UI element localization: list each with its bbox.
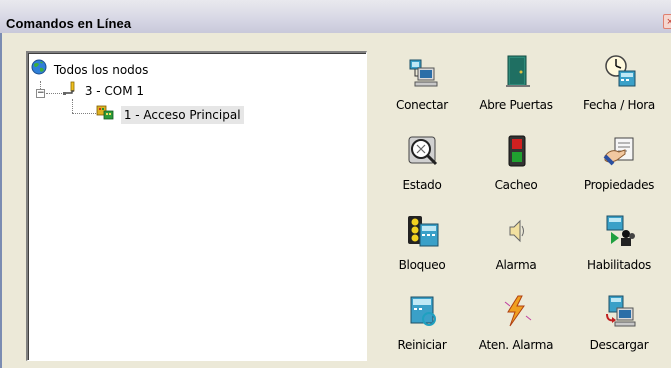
command-button-conectar[interactable]: Conectar	[374, 54, 470, 126]
command-label: Reiniciar	[397, 338, 447, 352]
tree-item-label: Todos los nodos	[53, 62, 149, 77]
node-tree[interactable]: Todos los nodos − 3 - COM 1 1 - Acceso P…	[26, 51, 367, 361]
window-title: Comandos en Línea	[6, 16, 132, 31]
command-button-abre-puertas[interactable]: Abre Puertas	[468, 54, 564, 126]
command-label: Estado	[402, 178, 442, 192]
command-label: Descargar	[589, 338, 649, 352]
globe-icon	[31, 59, 47, 80]
command-label: Propiedades	[583, 178, 655, 192]
tree-line	[72, 99, 73, 113]
command-button-cacheo[interactable]: Cacheo	[468, 134, 564, 206]
tree-line	[72, 113, 96, 114]
command-label: Abre Puertas	[479, 98, 553, 112]
hand-document-icon	[603, 134, 637, 168]
tree-item-port[interactable]: 3 - COM 1	[62, 80, 144, 98]
command-button-bloqueo[interactable]: Bloqueo	[374, 214, 470, 286]
command-button-reiniciar[interactable]: Reiniciar	[374, 294, 470, 366]
magnifier-icon	[406, 134, 440, 168]
computer-network-icon	[406, 54, 440, 88]
command-label: Alarma	[495, 258, 537, 272]
collapse-toggle[interactable]: −	[36, 89, 45, 98]
command-button-habilitados[interactable]: Habilitados	[571, 214, 667, 286]
serial-plug-icon	[62, 80, 78, 101]
restart-icon	[406, 294, 440, 328]
speaker-icon	[500, 214, 534, 248]
command-label: Bloqueo	[398, 258, 446, 272]
tree-item-root[interactable]: Todos los nodos	[31, 59, 148, 77]
tree-line	[46, 93, 62, 94]
clock-icon	[603, 54, 637, 88]
close-button[interactable]: ×	[663, 14, 671, 29]
tree-item-node[interactable]: 1 - Acceso Principal	[96, 104, 244, 125]
download-computer-icon	[603, 294, 637, 328]
command-label: Aten. Alarma	[478, 338, 554, 352]
signal-light-icon	[500, 134, 534, 168]
controller-node-icon	[96, 104, 114, 125]
command-label: Cacheo	[494, 178, 538, 192]
window-body: Todos los nodos − 3 - COM 1 1 - Acceso P…	[0, 33, 671, 368]
command-button-alarma[interactable]: Alarma	[468, 214, 564, 286]
close-icon: ×	[666, 16, 671, 28]
traffic-light-icon	[406, 214, 440, 248]
command-button-estado[interactable]: Estado	[374, 134, 470, 206]
command-button-descargar[interactable]: Descargar	[571, 294, 667, 366]
command-button-propiedades[interactable]: Propiedades	[571, 134, 667, 206]
title-bar: Comandos en Línea ×	[0, 0, 671, 33]
command-label: Fecha / Hora	[583, 98, 655, 112]
command-label: Conectar	[396, 98, 448, 112]
command-button-fecha-hora[interactable]: Fecha / Hora	[571, 54, 667, 126]
lightning-icon	[500, 294, 534, 328]
tree-item-label: 1 - Acceso Principal	[120, 105, 244, 124]
users-icon	[603, 214, 637, 248]
command-button-aten-alarma[interactable]: Aten. Alarma	[468, 294, 564, 366]
door-icon	[500, 54, 534, 88]
tree-item-label: 3 - COM 1	[84, 83, 145, 98]
command-label: Habilitados	[587, 258, 651, 272]
